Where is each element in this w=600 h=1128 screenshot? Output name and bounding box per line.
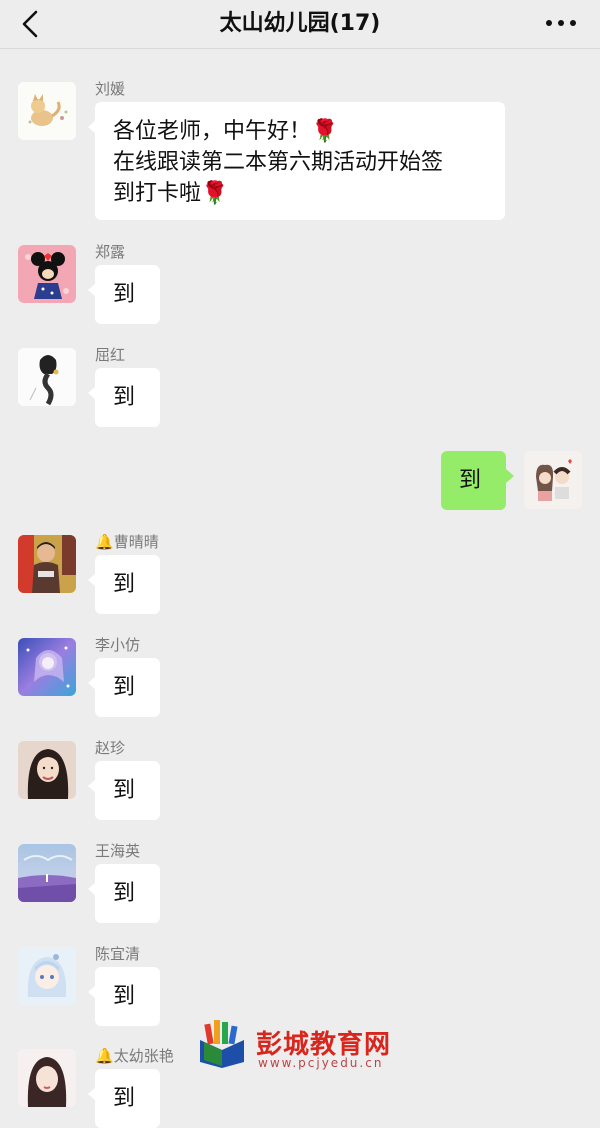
sender-name: 王海英 — [95, 842, 141, 860]
message-bubble[interactable]: 到 — [88, 658, 160, 717]
watermark: 彭城教育网 www.pcjyedu.cn — [196, 1020, 406, 1074]
message-bubble[interactable]: 到 — [88, 555, 160, 614]
message-row: 王海英 到 — [0, 842, 600, 926]
couple-avatar[interactable] — [524, 451, 582, 509]
message-bubble[interactable]: 到 — [88, 1069, 160, 1128]
message-bubble[interactable]: 到 — [88, 864, 160, 923]
message-bubble[interactable]: 到 — [88, 967, 160, 1026]
message-row-self: 到 — [0, 451, 600, 511]
message-bubble[interactable]: 各位老师，中午好！🌹 在线跟读第二本第六期活动开始签 到打卡啦🌹 — [88, 102, 505, 220]
sender-name: 赵珍 — [95, 739, 126, 757]
sender-name: 刘媛 — [95, 80, 126, 98]
book-logo-icon — [200, 1020, 244, 1068]
cartoon-girl-avatar[interactable] — [18, 1049, 76, 1107]
message-bubble[interactable]: 到 — [88, 368, 160, 427]
lavender-field-avatar[interactable] — [18, 844, 76, 902]
child-avatar[interactable] — [18, 535, 76, 593]
chat-title: 太山幼儿园(17) — [219, 11, 381, 36]
message-bubble[interactable]: 到 — [88, 761, 160, 820]
sender-name: 🔔曹晴晴 — [95, 533, 159, 551]
message-bubble[interactable]: 到 — [88, 265, 160, 324]
woman-avatar[interactable] — [18, 741, 76, 799]
message-row: 陈宜清 到 — [0, 945, 600, 1029]
sender-name: 陈宜清 — [95, 945, 141, 963]
message-row: 屈红 到 — [0, 346, 600, 430]
top-bar: 太山幼儿园(17) — [0, 0, 600, 49]
more-button[interactable] — [544, 12, 578, 34]
anime-girl-avatar[interactable] — [18, 947, 76, 1005]
braid-girl-avatar[interactable] — [18, 348, 76, 406]
sender-name: 屈红 — [95, 346, 126, 364]
message-row: 刘媛 各位老师，中午好！🌹 在线跟读第二本第六期活动开始签 到打卡啦🌹 — [0, 80, 600, 222]
message-row: 🔔曹晴晴 到 — [0, 533, 600, 617]
bell-icon: 🔔 — [95, 533, 114, 551]
message-bubble-self[interactable]: 到 — [441, 451, 514, 510]
message-row: 郑露 到 — [0, 243, 600, 327]
more-dots-icon — [546, 20, 576, 26]
cat-avatar[interactable] — [18, 82, 76, 140]
message-row: 李小仿 到 — [0, 636, 600, 720]
bell-icon: 🔔 — [95, 1047, 114, 1065]
sender-name: 郑露 — [95, 243, 126, 261]
sender-name: 李小仿 — [95, 636, 141, 654]
fantasy-avatar[interactable] — [18, 638, 76, 696]
message-row: 赵珍 到 — [0, 739, 600, 823]
minnie-avatar[interactable] — [18, 245, 76, 303]
watermark-url: www.pcjyedu.cn — [258, 1056, 384, 1070]
sender-name: 🔔太幼张艳 — [95, 1047, 174, 1065]
